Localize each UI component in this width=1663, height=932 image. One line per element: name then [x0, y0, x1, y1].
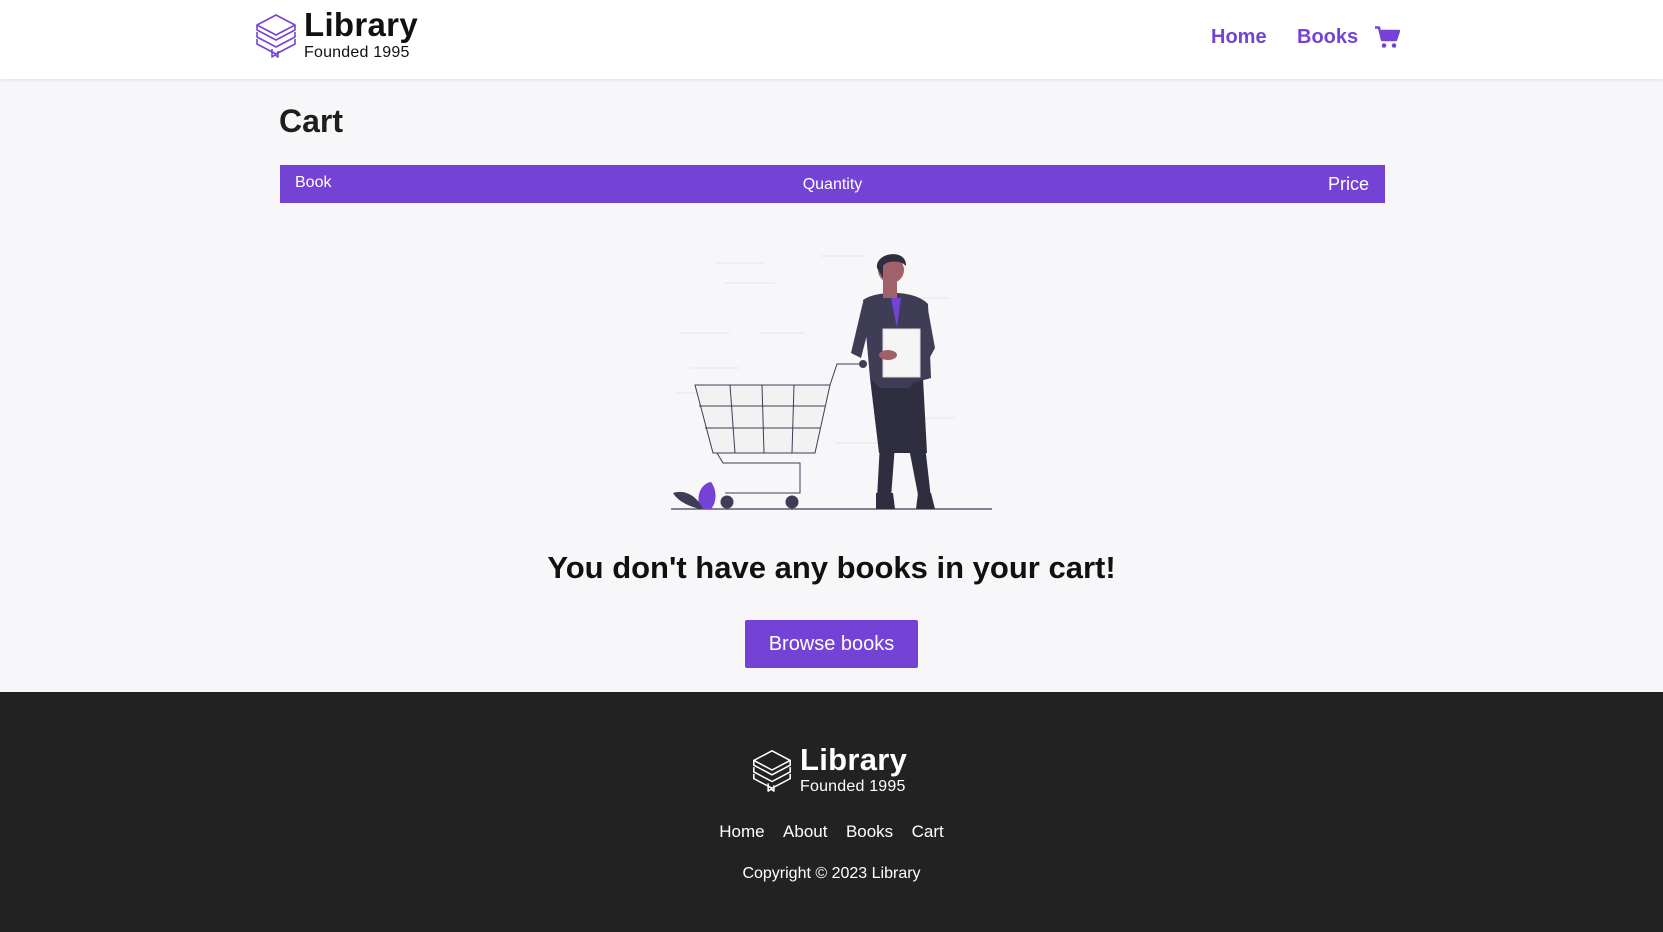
empty-cart-message: You don't have any books in your cart! [547, 550, 1116, 585]
browse-books-button[interactable]: Browse books [745, 620, 918, 668]
nav-home-link[interactable]: Home [1211, 26, 1267, 49]
cart-icon[interactable] [1375, 26, 1400, 49]
footer-link-books[interactable]: Books [846, 822, 893, 841]
footer-link-cart[interactable]: Cart [912, 822, 944, 841]
footer-link-about[interactable]: About [783, 822, 827, 841]
site-header: Library Founded 1995 Home Books [0, 0, 1663, 79]
site-footer: Library Founded 1995 Home About Books Ca… [0, 692, 1663, 932]
books-stack-icon [753, 749, 791, 792]
person-with-shopping-cart-illustration [671, 254, 992, 510]
nav-books-link[interactable]: Books [1297, 26, 1358, 49]
footer-nav: Home About Books Cart [0, 822, 1663, 842]
column-header-quantity: Quantity [802, 176, 863, 193]
footer-logo-title: Library [800, 742, 908, 777]
cart-table-header: Book Quantity Price [280, 165, 1385, 203]
main-nav: Home Books [0, 24, 1663, 54]
footer-logo[interactable]: Library Founded 1995 [750, 744, 907, 795]
page-title: Cart [279, 103, 344, 139]
footer-logo-subtitle: Founded 1995 [800, 778, 906, 795]
column-header-price: Price [1327, 174, 1369, 194]
footer-link-home[interactable]: Home [719, 822, 764, 841]
copyright-text: Copyright © 2023 Library [742, 865, 921, 882]
